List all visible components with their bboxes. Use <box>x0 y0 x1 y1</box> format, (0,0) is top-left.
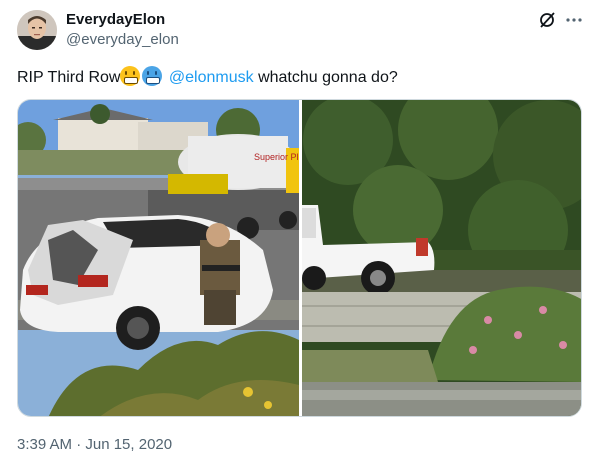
tweet-text-body: RIP Third Row <box>17 69 121 86</box>
pickup-truck-photo[interactable] <box>302 100 582 417</box>
grimacing-face-icon <box>120 66 141 86</box>
author-handle[interactable]: @everyday_elon <box>66 31 179 48</box>
avatar[interactable] <box>17 10 57 50</box>
tweet-text: RIP Third Row @elonmusk whatchu gonna do… <box>17 66 398 88</box>
tweet-timestamp[interactable]: 3:39 AM · Jun 15, 2020 <box>17 436 172 453</box>
tweet-text-tail: whatchu gonna do? <box>253 69 398 86</box>
author-name[interactable]: EverydayElon <box>66 11 165 28</box>
crashed-car-photo[interactable]: Superior Plus <box>18 100 309 417</box>
grok-icon[interactable] <box>538 11 556 29</box>
more-options-icon[interactable] <box>564 10 584 30</box>
mention-link[interactable]: @elonmusk <box>169 69 254 86</box>
media-grid[interactable]: Superior Plus <box>17 99 582 417</box>
cold-face-icon <box>142 66 163 86</box>
